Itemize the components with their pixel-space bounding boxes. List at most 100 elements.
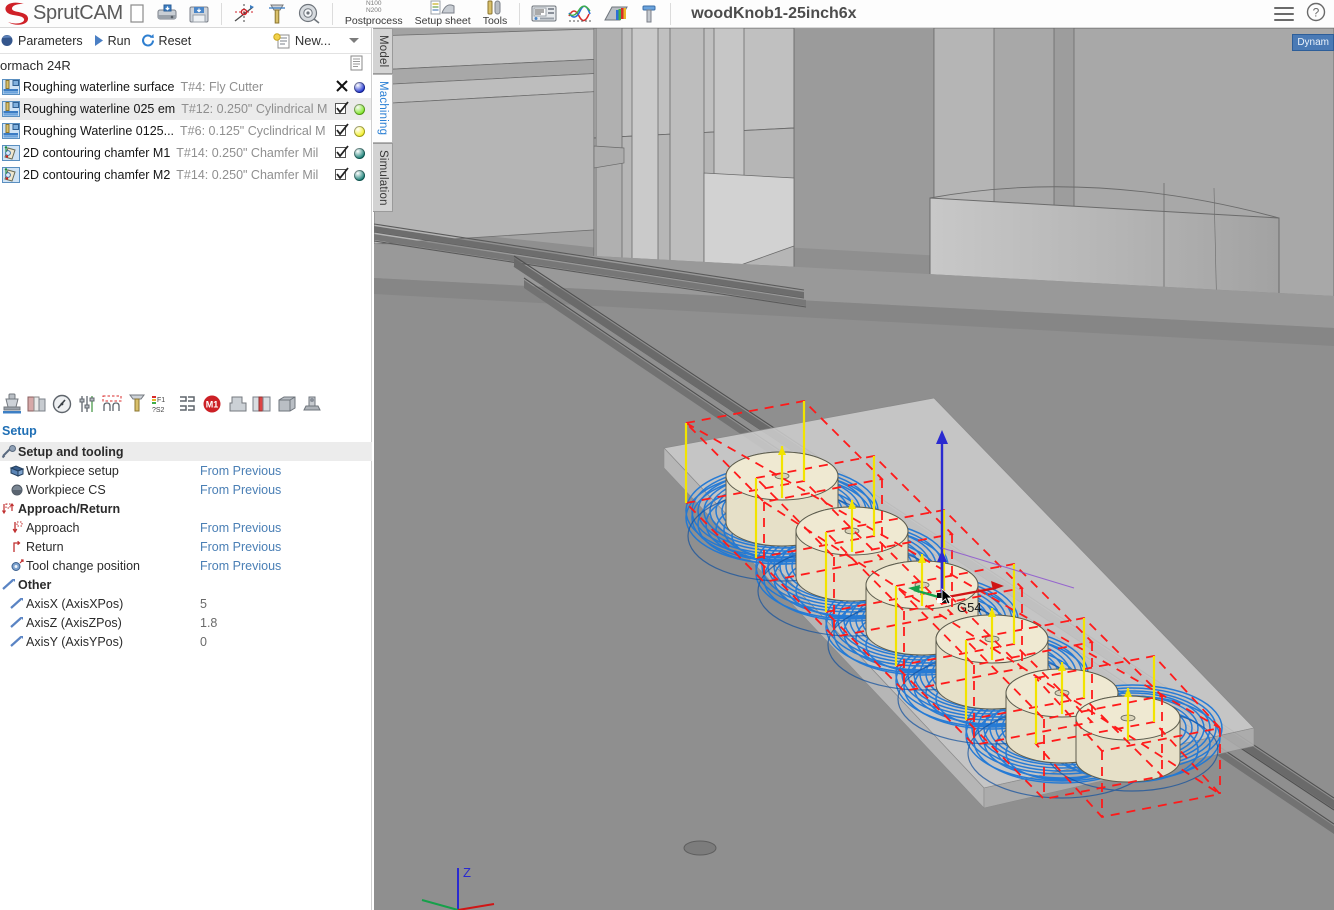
hamburger-menu-icon[interactable] (1274, 6, 1294, 21)
new-document-button[interactable] (123, 0, 151, 28)
setup-property-label: Approach (26, 520, 80, 535)
tools-icon (484, 0, 506, 16)
checked-box-icon[interactable] (335, 100, 349, 118)
setup-sheet-label: Setup sheet (414, 14, 471, 27)
feed-curve-icon (567, 4, 593, 24)
setup-property-label: Setup and tooling (18, 444, 124, 459)
setup-property-value: From Previous (200, 558, 282, 573)
svg-text:?: ? (1313, 6, 1320, 20)
part-stepped-icon[interactable] (226, 392, 248, 416)
setup-property-row[interactable]: Workpiece CS From Previous (0, 480, 372, 499)
setup-property-row[interactable]: AxisX (AxisXPos) 5 (0, 594, 372, 613)
setup-property-row[interactable]: Setup and tooling (0, 442, 372, 461)
setup-property-row[interactable]: Workpiece setup From Previous (0, 461, 372, 480)
run-label: Run (107, 33, 131, 48)
workpiece-red-icon[interactable] (251, 392, 273, 416)
waterline-roughing-icon (2, 79, 20, 95)
setup-property-label: Workpiece setup (26, 463, 119, 478)
workpiece-setup-icon (8, 464, 26, 478)
measure-button[interactable] (292, 0, 326, 28)
feed-analysis-button[interactable] (562, 0, 598, 28)
endmill-icon[interactable] (126, 392, 148, 416)
operation-tool: T#14: 0.250" Chamfer Mil (176, 168, 319, 182)
new-operation-button[interactable]: New... (273, 32, 371, 49)
machine-icon[interactable] (301, 392, 323, 416)
links-icon[interactable] (176, 392, 198, 416)
left-panel: Parameters Run Reset New... ormach 24R R… (0, 28, 372, 910)
axis-icon (8, 597, 26, 611)
contour-wave-icon[interactable] (101, 392, 123, 416)
run-button[interactable]: Run (90, 33, 138, 48)
machining-setup-button[interactable] (262, 0, 292, 28)
operation-row[interactable]: Roughing waterline surface T#4: Fly Cutte… (0, 76, 371, 98)
contouring-chamfer-icon (2, 145, 20, 161)
coordinate-system-button[interactable] (228, 0, 262, 28)
machine-row[interactable]: ormach 24R (0, 54, 371, 76)
parameters-label: Parameters (18, 33, 83, 48)
checked-box-icon[interactable] (335, 122, 349, 140)
machine-simulation-scene: Z (374, 28, 1334, 910)
disabled-x-icon[interactable] (335, 79, 349, 96)
toolbar-separator (220, 2, 222, 25)
solid-block-icon[interactable] (276, 392, 298, 416)
setup-property-label: Workpiece CS (26, 482, 106, 497)
stock-cylinder-icon[interactable] (26, 392, 48, 416)
setup-property-label: Return (26, 539, 64, 554)
run-play-icon (94, 35, 103, 46)
setup-property-row[interactable]: Other (0, 575, 372, 594)
app-name: SprutCAM (33, 2, 123, 24)
view-tab-simulation[interactable]: Simulation (373, 142, 393, 213)
setup-property-row[interactable]: AxisZ (AxisZPos) 1.8 (0, 613, 372, 632)
setup-property-row[interactable]: AxisY (AxisYPos) 0 (0, 632, 372, 651)
levels-slider-icon[interactable] (76, 392, 98, 416)
dynamic-view-label[interactable]: Dynam (1292, 34, 1334, 51)
nc-editor-button[interactable] (526, 0, 562, 28)
checked-box-icon[interactable] (335, 144, 349, 162)
setup-property-row[interactable]: Tool change position From Previous (0, 556, 372, 575)
operation-row[interactable]: 2D contouring chamfer M2 T#14: 0.250" Cha… (0, 164, 371, 186)
chevron-down-icon[interactable] (349, 38, 359, 43)
approach-icon (8, 521, 26, 535)
setup-section-header: Setup (2, 424, 37, 438)
view-tab-machining[interactable]: Machining (373, 74, 393, 143)
help-question-icon[interactable]: ? (1306, 2, 1326, 25)
gauge-icon[interactable] (51, 392, 73, 416)
blank-page-icon (128, 3, 146, 24)
setup-property-row[interactable]: Return From Previous (0, 537, 372, 556)
setup-property-value: 1.8 (200, 615, 218, 630)
setup-sheet-icon (430, 0, 456, 16)
tools-button[interactable]: Tools (477, 0, 514, 28)
operation-row[interactable]: Roughing Waterline 0125... T#6: 0.125" Cy… (0, 120, 371, 142)
checked-box-icon[interactable] (335, 166, 349, 184)
setup-property-label: AxisZ (AxisZPos) (26, 615, 122, 630)
operation-list: Roughing waterline surface T#4: Fly Cutte… (0, 76, 371, 186)
operation-row[interactable]: Roughing waterline 025 em T#12: 0.250" Cy… (0, 98, 371, 120)
postprocess-button[interactable]: N100 N200 Postprocess (339, 0, 409, 28)
feeds-f1s2-icon[interactable]: F1 ?S2 (151, 392, 173, 416)
color-map-button[interactable] (598, 0, 634, 28)
open-document-button[interactable] (151, 0, 183, 28)
tool-library-button[interactable] (634, 0, 664, 28)
reset-button[interactable]: Reset (138, 33, 199, 48)
viewport-3d[interactable]: Z Dynam G54 (374, 28, 1334, 910)
view-tab-model[interactable]: Model (373, 28, 393, 75)
setup-property-row[interactable]: Approach From Previous (0, 518, 372, 537)
operation-status-dot (354, 147, 365, 159)
document-icon[interactable] (349, 55, 365, 75)
other-icon (0, 578, 18, 592)
toolbar-separator (519, 2, 521, 25)
approach-return-icon (0, 502, 18, 516)
setup-property-row[interactable]: Approach/Return (0, 499, 372, 518)
m1-stop-icon[interactable]: M1 (201, 392, 223, 416)
tool-head-icon[interactable] (1, 392, 23, 416)
setup-property-value: From Previous (200, 520, 282, 535)
tool-bolt-icon (639, 4, 659, 24)
operation-row[interactable]: 2D contouring chamfer M1 T#14: 0.250" Cha… (0, 142, 371, 164)
operation-tool: T#12: 0.250" Cylindrical M (181, 102, 328, 116)
parameters-button[interactable]: Parameters (0, 33, 90, 48)
svg-text:Z: Z (463, 865, 471, 880)
waterline-roughing-icon (2, 123, 20, 139)
save-document-button[interactable] (183, 0, 215, 28)
setup-sheet-button[interactable]: Setup sheet (409, 0, 477, 28)
parameters-icon (1, 35, 13, 46)
